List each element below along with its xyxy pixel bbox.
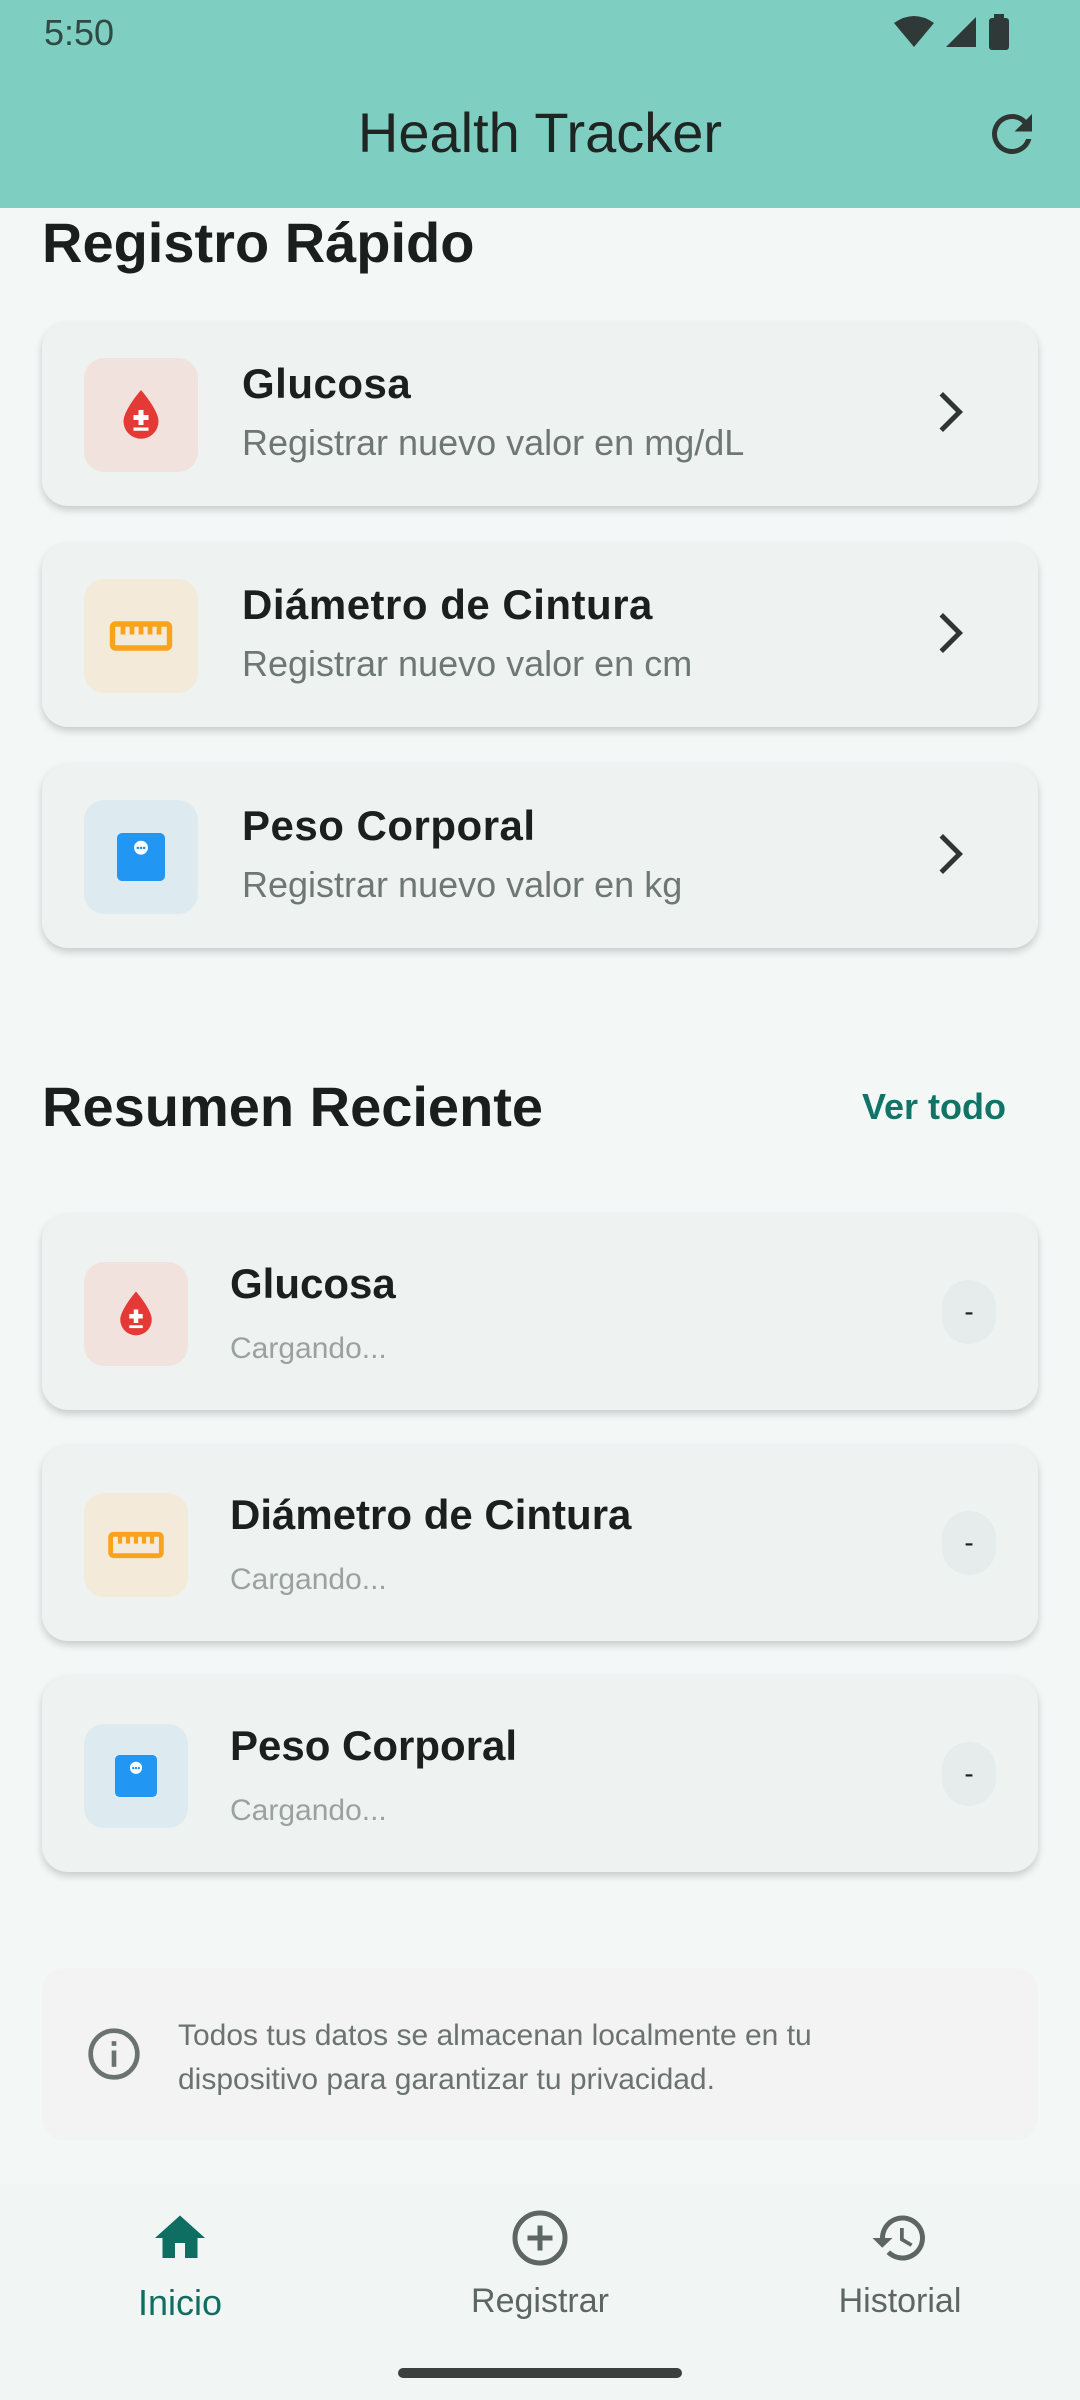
scale-icon: [117, 833, 165, 881]
chevron-right-icon: [939, 392, 963, 432]
summary-card-glucose[interactable]: Glucosa Cargando... -: [42, 1214, 1038, 1410]
value-badge: -: [942, 1511, 996, 1575]
see-all-link[interactable]: Ver todo: [862, 1086, 1006, 1128]
app-bar: 5:50 Health Tracker: [0, 0, 1080, 208]
summary-item-status: Cargando...: [230, 1794, 387, 1827]
summary-card-waist[interactable]: Diámetro de Cintura Cargando... -: [42, 1445, 1038, 1641]
scale-icon: [115, 1755, 157, 1797]
nav-item-registrar[interactable]: Registrar: [420, 2208, 660, 2321]
blood-drop-icon: [120, 1291, 152, 1336]
summary-item-status: Cargando...: [230, 1563, 387, 1596]
quick-item-subtitle: Registrar nuevo valor en mg/dL: [242, 422, 745, 463]
nav-label: Historial: [838, 2282, 962, 2320]
glucose-icon-box: [84, 358, 198, 472]
home-icon: [155, 2215, 205, 2258]
quick-card-waist[interactable]: Diámetro de Cintura Registrar nuevo valo…: [42, 543, 1038, 727]
summary-item-title: Diámetro de Cintura: [230, 1491, 632, 1538]
refresh-icon[interactable]: [982, 104, 1042, 164]
privacy-info-text: Todos tus datos se almacenan localmente …: [178, 2019, 812, 2096]
quick-item-subtitle: Registrar nuevo valor en kg: [242, 864, 683, 905]
value-badge: -: [942, 1280, 996, 1344]
glucose-icon-box: [84, 1262, 188, 1366]
summary-item-title: Peso Corporal: [230, 1722, 518, 1769]
privacy-info-box: Todos tus datos se almacenan localmente …: [42, 1968, 1038, 2140]
quick-item-subtitle: Registrar nuevo valor en cm: [242, 643, 693, 684]
quick-item-title: Peso Corporal: [242, 802, 536, 849]
status-time: 5:50: [44, 12, 115, 53]
waist-icon-box: [84, 1493, 188, 1597]
battery-icon: [989, 14, 1009, 50]
add-circle-icon: [512, 2210, 568, 2266]
weight-icon-box: [84, 800, 198, 914]
nav-label: Registrar: [471, 2282, 609, 2320]
value-badge: -: [942, 1742, 996, 1806]
ruler-icon: [108, 1531, 164, 1559]
history-icon: [872, 2215, 925, 2261]
wifi-icon: [894, 16, 934, 47]
nav-label: Inicio: [137, 2282, 223, 2323]
summary-item-status: Cargando...: [230, 1332, 387, 1365]
quick-register-heading: Registro Rápido: [42, 211, 475, 274]
quick-card-weight[interactable]: Peso Corporal Registrar nuevo valor en k…: [42, 764, 1038, 948]
quick-item-title: Glucosa: [242, 360, 412, 407]
info-icon: [88, 2028, 140, 2080]
waist-icon-box: [84, 579, 198, 693]
nav-item-inicio[interactable]: Inicio: [60, 2208, 300, 2324]
blood-drop-icon: [123, 390, 159, 439]
chevron-right-icon: [939, 613, 963, 653]
weight-icon-box: [84, 1724, 188, 1828]
summary-item-title: Glucosa: [230, 1260, 396, 1307]
nav-item-historial[interactable]: Historial: [780, 2208, 1020, 2321]
quick-item-title: Diámetro de Cintura: [242, 581, 653, 628]
signal-icon: [946, 17, 976, 47]
home-indicator: [398, 2368, 682, 2378]
status-icons: [894, 14, 1010, 50]
summary-card-weight[interactable]: Peso Corporal Cargando... -: [42, 1676, 1038, 1872]
recent-summary-heading: Resumen Reciente: [42, 1075, 544, 1138]
ruler-icon: [109, 621, 173, 651]
chevron-right-icon: [939, 834, 963, 874]
quick-card-glucose[interactable]: Glucosa Registrar nuevo valor en mg/dL: [42, 322, 1038, 506]
app-title: Health Tracker: [357, 101, 723, 164]
